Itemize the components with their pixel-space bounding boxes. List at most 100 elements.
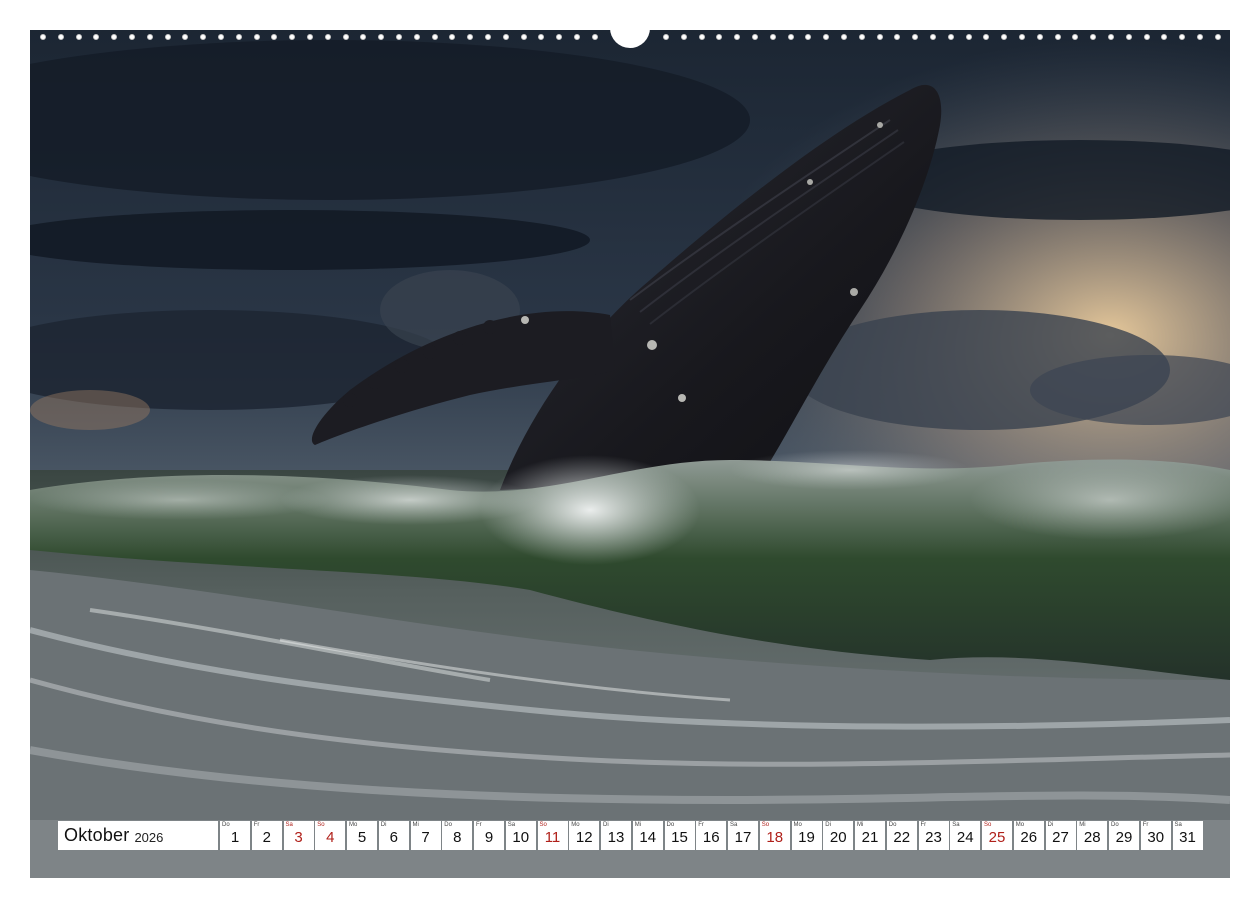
day-number: 24 [956, 829, 974, 846]
month-calendar-strip: Oktober 2026 Do 1 Fr 2 Sa 3 So 4 Mo 5 Di 6 Mi 7 Do 8 Fr 9… [58, 821, 1204, 850]
binding-hole [218, 34, 224, 40]
weekday-label: Mo [571, 822, 580, 828]
day-cell: Mo 26 [1013, 821, 1044, 850]
binding-hole [1019, 34, 1025, 40]
day-cell: So 11 [537, 821, 568, 850]
day-cell: Mi 21 [855, 821, 885, 850]
binding-hole [431, 34, 438, 40]
day-cell: Do 22 [886, 821, 917, 850]
day-cell: Sa 10 [505, 821, 536, 850]
day-cell: Di 6 [378, 821, 409, 850]
weekday-label: Fr [253, 822, 260, 828]
binding-hole [111, 34, 118, 40]
day-list: Do 1 Fr 2 Sa 3 So 4 Mo 5 Di 6 Mi 7 Do 8 Fr 9 Sa 10 So 11 Mo 12 D… [220, 821, 1204, 850]
day-number: 8 [453, 829, 462, 846]
weekday-label: Mo [349, 822, 358, 828]
binding-hole [787, 34, 794, 40]
weekday-label: Do [222, 822, 230, 828]
weekday-label: Mi [634, 822, 642, 828]
day-cell: Mi 28 [1077, 821, 1108, 850]
binding-hole [716, 34, 723, 40]
weekday-label: Sa [1174, 822, 1182, 828]
binding-hole [75, 34, 82, 40]
weekday-label: Do [888, 822, 897, 828]
day-number: 20 [829, 829, 847, 846]
day-cell: Sa 17 [728, 821, 758, 850]
binding-hole [556, 34, 563, 40]
binding-hole [1214, 34, 1221, 40]
weekday-label: Sa [285, 822, 293, 828]
day-number: 22 [893, 829, 911, 846]
calendar-page: Oktober 2026 Do 1 Fr 2 Sa 3 So 4 Mo 5 Di 6 Mi 7 Do 8 Fr 9… [0, 0, 1260, 908]
weekday-label: Sa [730, 822, 738, 828]
day-number: 5 [357, 829, 367, 846]
binding-hole [1179, 34, 1186, 40]
binding-hole [930, 34, 936, 40]
day-number: 16 [702, 829, 720, 846]
binding-hole [947, 34, 954, 40]
binding-hole [200, 34, 207, 40]
day-number: 11 [544, 829, 561, 846]
weekday-label: Fr [1142, 822, 1149, 828]
day-number: 28 [1083, 829, 1101, 846]
day-cell: Mi 14 [632, 821, 663, 850]
day-cell: Do 1 [220, 821, 250, 850]
weekday-label: Do [444, 822, 452, 828]
day-cell: Di 27 [1045, 821, 1076, 850]
binding-hole [1090, 34, 1097, 40]
binding-hole [591, 34, 598, 40]
binding-hole [520, 34, 527, 40]
binding-hole [841, 34, 847, 40]
day-number: 7 [421, 829, 430, 846]
day-cell: Fr 23 [918, 821, 949, 850]
binding-hole [1054, 34, 1061, 40]
binding-hole [680, 34, 687, 40]
weekday-label: So [539, 822, 547, 828]
day-number: 18 [766, 829, 784, 846]
weekday-label: Do [1111, 822, 1119, 828]
weekday-label: Sa [507, 822, 516, 828]
weekday-label: Di [603, 822, 609, 828]
day-cell: Di 13 [601, 821, 631, 850]
weekday-label: Fr [698, 822, 704, 828]
binding-hole [467, 34, 474, 40]
weekday-label: Fr [476, 822, 482, 828]
binding-hole [449, 34, 456, 40]
day-cell: Di 20 [823, 821, 854, 850]
day-number: 12 [575, 829, 593, 846]
binding-hole [574, 34, 580, 40]
binding-hole [307, 34, 313, 40]
day-number: 4 [326, 829, 335, 846]
day-number: 25 [988, 829, 1006, 846]
day-cell: Mo 5 [347, 821, 377, 850]
day-cell: Do 8 [442, 821, 473, 850]
day-cell: Sa 31 [1172, 821, 1203, 850]
binding-hole [698, 34, 705, 40]
day-cell: Sa 3 [283, 821, 314, 850]
day-cell: Fr 2 [251, 821, 282, 850]
day-number: 10 [512, 829, 530, 846]
weekday-label: Fr [920, 822, 927, 828]
binding-hole [876, 34, 883, 40]
binding-hole [823, 34, 830, 40]
binding-hole [752, 34, 758, 40]
weekday-label: So [317, 822, 325, 828]
day-number: 2 [262, 829, 271, 846]
weekday-label: Mo [793, 822, 802, 828]
day-cell: Do 29 [1109, 821, 1139, 850]
day-cell: Fr 16 [696, 821, 727, 850]
binding-hole [396, 34, 402, 40]
binding-hole [253, 34, 260, 40]
binding-hole [1001, 34, 1008, 40]
day-number: 27 [1052, 829, 1069, 846]
day-number: 1 [230, 829, 240, 846]
binding-hole [858, 34, 865, 40]
day-number: 19 [798, 829, 815, 846]
weekday-label: Mo [1015, 822, 1025, 828]
weekday-label: So [761, 822, 770, 828]
day-cell: Fr 30 [1140, 821, 1171, 850]
binding-hole [485, 34, 491, 40]
binding-hole [894, 34, 901, 40]
weekday-label: Mi [412, 822, 419, 828]
month-name: Oktober [64, 825, 130, 845]
